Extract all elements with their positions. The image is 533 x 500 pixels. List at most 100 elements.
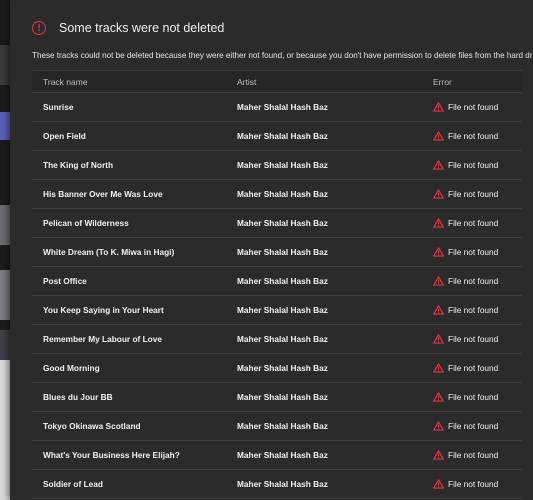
warning-triangle-icon xyxy=(433,102,448,112)
table-row[interactable]: Remember My Labour of Love Maher Shalal H… xyxy=(32,325,522,354)
table-row[interactable]: His Banner Over Me Was Love Maher Shalal … xyxy=(32,180,522,209)
artist-cell: Maher Shalal Hash Baz xyxy=(237,392,328,402)
artist-cell: Maher Shalal Hash Baz xyxy=(237,334,328,344)
table-row[interactable]: Soldier of Lead Maher Shalal Hash Baz File… xyxy=(32,470,522,499)
column-header-track[interactable]: Track name xyxy=(32,77,227,87)
table-header: Track name Artist Error xyxy=(32,70,522,93)
error-cell: File not found xyxy=(422,421,522,431)
error-cell: File not found xyxy=(422,363,522,373)
table-row[interactable]: Post Office Maher Shalal Hash Baz File not… xyxy=(32,267,522,296)
artist-cell: Maher Shalal Hash Baz xyxy=(237,276,328,286)
error-text: File not found xyxy=(448,218,499,228)
track-name-cell: What's Your Business Here Elijah? xyxy=(43,450,180,460)
artist-cell: Maher Shalal Hash Baz xyxy=(237,421,328,431)
column-header-error[interactable]: Error xyxy=(422,77,522,87)
table-body: Sunrise Maher Shalal Hash Baz File not fou… xyxy=(32,93,522,499)
background-app-sliver xyxy=(0,45,10,85)
error-cell: File not found xyxy=(422,102,522,112)
dialog-description: These tracks could not be deleted becaus… xyxy=(32,51,533,60)
error-cell: File not found xyxy=(422,218,522,228)
track-name-cell: Good Morning xyxy=(43,363,100,373)
artist-cell: Maher Shalal Hash Baz xyxy=(237,218,328,228)
background-app-sliver xyxy=(0,112,10,140)
error-text: File not found xyxy=(448,392,499,402)
track-name-cell: Pelican of Wilderness xyxy=(43,218,129,228)
track-name-cell: His Banner Over Me Was Love xyxy=(43,189,163,199)
error-text: File not found xyxy=(448,305,499,315)
error-cell: File not found xyxy=(422,276,522,286)
error-text: File not found xyxy=(448,479,499,489)
track-name-cell: Tokyo Okinawa Scotland xyxy=(43,421,141,431)
track-name-cell: Post Office xyxy=(43,276,87,286)
warning-triangle-icon xyxy=(433,276,448,286)
error-text: File not found xyxy=(448,450,499,460)
table-row[interactable]: The King of North Maher Shalal Hash Baz Fi… xyxy=(32,151,522,180)
error-text: File not found xyxy=(448,334,499,344)
warning-triangle-icon xyxy=(433,247,448,257)
error-text: File not found xyxy=(448,247,499,257)
track-name-cell: White Dream (To K. Miwa in Hagi) xyxy=(43,247,175,257)
table-row[interactable]: Blues du Jour BB Maher Shalal Hash Baz Fil… xyxy=(32,383,522,412)
table-row[interactable]: White Dream (To K. Miwa in Hagi) Maher Sh… xyxy=(32,238,522,267)
track-name-cell: Sunrise xyxy=(43,102,74,112)
failed-tracks-table: Track name Artist Error Sunrise Maher Sha… xyxy=(32,70,522,499)
artist-cell: Maher Shalal Hash Baz xyxy=(237,450,328,460)
track-name-cell: You Keep Saying in Your Heart xyxy=(43,305,164,315)
dialog-title: Some tracks were not deleted xyxy=(59,21,225,35)
error-cell: File not found xyxy=(422,392,522,402)
error-text: File not found xyxy=(448,363,499,373)
warning-triangle-icon xyxy=(433,363,448,373)
track-name-cell: Remember My Labour of Love xyxy=(43,334,162,344)
warning-triangle-icon xyxy=(433,421,448,431)
artist-cell: Maher Shalal Hash Baz xyxy=(237,189,328,199)
artist-cell: Maher Shalal Hash Baz xyxy=(237,479,328,489)
error-text: File not found xyxy=(448,189,499,199)
artist-cell: Maher Shalal Hash Baz xyxy=(237,247,328,257)
table-row[interactable]: Tokyo Okinawa Scotland Maher Shalal Hash … xyxy=(32,412,522,441)
artist-cell: Maher Shalal Hash Baz xyxy=(237,131,328,141)
warning-triangle-icon xyxy=(433,160,448,170)
dialog-header: ! Some tracks were not deleted xyxy=(32,17,224,39)
track-name-cell: Open Field xyxy=(43,131,86,141)
warning-triangle-icon xyxy=(433,450,448,460)
artist-cell: Maher Shalal Hash Baz xyxy=(237,305,328,315)
artist-cell: Maher Shalal Hash Baz xyxy=(237,102,328,112)
table-row[interactable]: Good Morning Maher Shalal Hash Baz File no… xyxy=(32,354,522,383)
warning-triangle-icon xyxy=(433,218,448,228)
background-app-sliver xyxy=(0,360,10,500)
table-row[interactable]: You Keep Saying in Your Heart Maher Shala… xyxy=(32,296,522,325)
artist-cell: Maher Shalal Hash Baz xyxy=(237,363,328,373)
error-cell: File not found xyxy=(422,247,522,257)
error-text: File not found xyxy=(448,160,499,170)
track-name-cell: The King of North xyxy=(43,160,114,170)
error-text: File not found xyxy=(448,421,499,431)
error-text: File not found xyxy=(448,102,499,112)
table-row[interactable]: Pelican of Wilderness Maher Shalal Hash B… xyxy=(32,209,522,238)
error-cell: File not found xyxy=(422,131,522,141)
track-name-cell: Soldier of Lead xyxy=(43,479,103,489)
table-row[interactable]: Sunrise Maher Shalal Hash Baz File not fou… xyxy=(32,93,522,122)
table-row[interactable]: Open Field Maher Shalal Hash Baz File not … xyxy=(32,122,522,151)
table-row[interactable]: What's Your Business Here Elijah? Maher S… xyxy=(32,441,522,470)
artist-cell: Maher Shalal Hash Baz xyxy=(237,160,328,170)
error-cell: File not found xyxy=(422,334,522,344)
warning-triangle-icon xyxy=(433,131,448,141)
error-cell: File not found xyxy=(422,479,522,489)
background-app-sliver xyxy=(0,270,10,320)
error-cell: File not found xyxy=(422,160,522,170)
error-text: File not found xyxy=(448,276,499,286)
error-cell: File not found xyxy=(422,305,522,315)
error-circle-icon: ! xyxy=(32,21,46,35)
warning-triangle-icon xyxy=(433,305,448,315)
background-app-sliver xyxy=(0,330,10,360)
warning-triangle-icon xyxy=(433,392,448,402)
error-cell: File not found xyxy=(422,450,522,460)
warning-triangle-icon xyxy=(433,334,448,344)
track-name-cell: Blues du Jour BB xyxy=(43,392,113,402)
warning-triangle-icon xyxy=(433,189,448,199)
delete-errors-dialog: ! Some tracks were not deleted These tra… xyxy=(10,0,533,500)
column-header-artist[interactable]: Artist xyxy=(227,77,422,87)
error-text: File not found xyxy=(448,131,499,141)
error-cell: File not found xyxy=(422,189,522,199)
background-app-sliver xyxy=(0,205,10,245)
